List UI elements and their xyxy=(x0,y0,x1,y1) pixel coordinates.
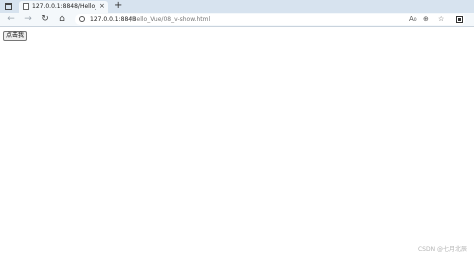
page-favicon-icon xyxy=(23,3,29,10)
back-icon[interactable]: ← xyxy=(5,13,17,26)
tab-strip: 127.0.0.1:8848/Hello_Vue/08_v-show.html … xyxy=(0,0,474,13)
click-me-button[interactable]: 点击我 xyxy=(3,31,27,41)
zoom-icon[interactable]: ⊕ xyxy=(423,14,429,25)
reload-icon[interactable]: ↻ xyxy=(39,13,51,26)
new-tab-button[interactable]: + xyxy=(114,0,122,12)
url-path: /Hello_Vue/08_v-show.html xyxy=(130,16,211,23)
collections-icon[interactable] xyxy=(456,16,463,23)
address-bar[interactable]: 127.0.0.1:8848 /Hello_Vue/08_v-show.html… xyxy=(75,14,465,25)
favorites-icon[interactable]: ☆ xyxy=(438,14,444,25)
tab-close-icon[interactable]: × xyxy=(99,1,105,11)
browser-tab[interactable]: 127.0.0.1:8848/Hello_Vue/08_v-show.html … xyxy=(19,1,108,13)
window-menu-icon[interactable] xyxy=(5,3,12,10)
tab-title: 127.0.0.1:8848/Hello_Vue/08_v-show.html xyxy=(32,3,96,10)
watermark: CSDN @七月北辰 xyxy=(417,246,467,253)
browser-toolbar: ← → ↻ ⌂ 127.0.0.1:8848 /Hello_Vue/08_v-s… xyxy=(0,13,474,27)
home-icon[interactable]: ⌂ xyxy=(56,13,68,26)
forward-icon[interactable]: → xyxy=(22,13,34,26)
read-aloud-icon[interactable]: A₀ xyxy=(409,14,417,25)
site-info-icon[interactable] xyxy=(79,16,85,22)
